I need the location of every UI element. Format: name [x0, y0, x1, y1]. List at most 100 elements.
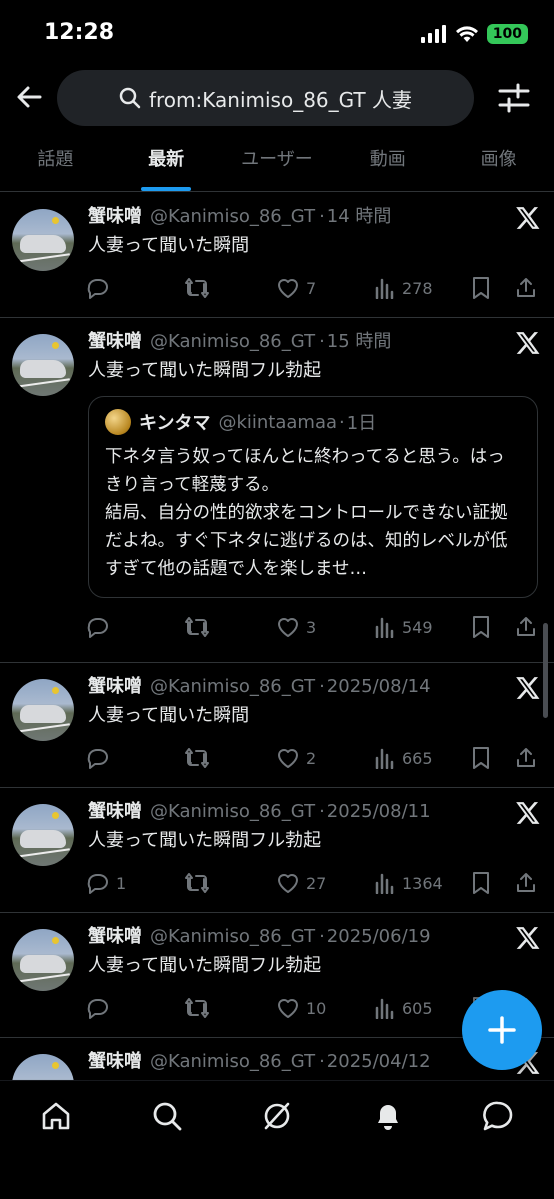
- notifications-icon[interactable]: [371, 1099, 405, 1133]
- like-count: 3: [306, 617, 317, 637]
- back-arrow-icon[interactable]: [12, 80, 46, 114]
- share-icon: [517, 873, 535, 892]
- tab-images[interactable]: 画像: [443, 134, 554, 191]
- post-author-name: 蟹味噌: [88, 1051, 142, 1072]
- repost-button[interactable]: [184, 276, 210, 300]
- like-button[interactable]: 10: [276, 996, 326, 1020]
- bookmark-icon: [473, 747, 489, 769]
- avatar[interactable]: [12, 679, 74, 741]
- repost-button[interactable]: [184, 871, 210, 895]
- post-feed[interactable]: 蟹味噌 @Kanimiso_86_GT · 14 時間 人妻って聞いた瞬間 7 278…: [0, 193, 554, 1080]
- like-button[interactable]: 7: [276, 276, 316, 300]
- post-time: 2025/08/14: [326, 676, 431, 697]
- search-input[interactable]: from:Kanimiso_86_GT 人妻: [57, 70, 474, 126]
- reply-icon: [87, 999, 108, 1019]
- bookmark-icon: [473, 872, 489, 894]
- reply-icon: [87, 618, 108, 638]
- tab-videos[interactable]: 動画: [332, 134, 443, 191]
- grok-icon[interactable]: [260, 1099, 294, 1133]
- x-logo-icon: [516, 207, 540, 229]
- heart-icon: [278, 874, 298, 893]
- heart-icon: [278, 749, 298, 768]
- status-time: 12:28: [44, 20, 115, 45]
- plus-icon: [488, 1016, 516, 1044]
- avatar[interactable]: [12, 929, 74, 991]
- views-button[interactable]: 605: [374, 997, 433, 1019]
- like-button[interactable]: 27: [276, 871, 326, 895]
- status-bar: 12:28 100: [0, 0, 554, 62]
- reply-button[interactable]: 1: [86, 871, 126, 895]
- post-author-handle: @Kanimiso_86_GT: [150, 801, 316, 822]
- like-button[interactable]: 3: [276, 615, 316, 639]
- repost-button[interactable]: [184, 615, 210, 639]
- reply-count: 1: [116, 873, 127, 893]
- quoted-author-name: キンタマ: [139, 413, 211, 434]
- post-author-name: 蟹味噌: [88, 331, 142, 352]
- avatar[interactable]: [12, 334, 74, 396]
- reply-button[interactable]: [86, 276, 116, 300]
- share-button[interactable]: [514, 871, 538, 895]
- like-count: 7: [306, 278, 317, 298]
- post[interactable]: 蟹味噌 @Kanimiso_86_GT · 14 時間 人妻って聞いた瞬間 7 278: [0, 193, 554, 318]
- repost-icon: [185, 873, 209, 893]
- reply-button[interactable]: [86, 746, 116, 770]
- avatar[interactable]: [12, 804, 74, 866]
- tab-users[interactable]: ユーザー: [222, 134, 333, 191]
- heart-icon: [278, 999, 298, 1018]
- post-text: 人妻って聞いた瞬間フル勃起: [88, 830, 322, 851]
- quoted-avatar: [105, 409, 131, 435]
- bookmark-button[interactable]: [470, 615, 492, 639]
- post-actions: 7 278: [86, 259, 538, 317]
- battery-indicator: 100: [486, 24, 528, 44]
- quoted-time: 1日: [346, 413, 377, 434]
- post-text: 人妻って聞いた瞬間: [88, 705, 250, 726]
- post-separator: ·: [319, 1051, 325, 1072]
- post-time: 2025/06/19: [326, 926, 431, 947]
- home-icon[interactable]: [39, 1099, 73, 1133]
- signal-icon: [420, 25, 446, 43]
- repost-icon: [185, 998, 209, 1018]
- search-icon[interactable]: [150, 1099, 184, 1133]
- tab-latest[interactable]: 最新: [111, 134, 222, 191]
- post-separator: ·: [319, 331, 325, 352]
- quoted-post[interactable]: キンタマ @kiintaamaa · 1日 下ネタ言う奴ってほんとに終わってると…: [88, 396, 538, 598]
- repost-button[interactable]: [184, 996, 210, 1020]
- post-text: 人妻って聞いた瞬間フル勃起: [88, 955, 322, 976]
- views-button[interactable]: 665: [374, 747, 433, 769]
- post[interactable]: 蟹味噌 @Kanimiso_86_GT · 15 時間 人妻って聞いた瞬間フル勃起 キ…: [0, 318, 554, 663]
- post[interactable]: 蟹味噌 @Kanimiso_86_GT · 2025/08/14 人妻って聞いた瞬間 …: [0, 663, 554, 788]
- views-button[interactable]: 549: [374, 616, 433, 638]
- views-icon: [375, 617, 394, 638]
- post-time: 2025/04/12: [326, 1051, 431, 1072]
- bookmark-button[interactable]: [470, 871, 492, 895]
- bookmark-button[interactable]: [470, 276, 492, 300]
- post-author-handle: @Kanimiso_86_GT: [150, 676, 316, 697]
- reply-icon: [87, 749, 108, 769]
- compose-post-button[interactable]: [462, 990, 542, 1070]
- post-time: 15 時間: [326, 331, 392, 352]
- reply-icon: [87, 279, 108, 299]
- search-tabs: 話題 最新 ユーザー 動画 画像: [0, 134, 554, 192]
- reply-button[interactable]: [86, 996, 116, 1020]
- post-text: 人妻って聞いた瞬間: [88, 235, 250, 256]
- tab-trending[interactable]: 話題: [0, 134, 111, 191]
- reply-button[interactable]: [86, 615, 116, 639]
- bookmark-button[interactable]: [470, 746, 492, 770]
- share-button[interactable]: [514, 746, 538, 770]
- post[interactable]: 蟹味噌 @Kanimiso_86_GT · 2025/08/11 人妻って聞いた瞬間フ…: [0, 788, 554, 913]
- share-button[interactable]: [514, 276, 538, 300]
- scrollbar[interactable]: [543, 623, 548, 718]
- repost-button[interactable]: [184, 746, 210, 770]
- messages-icon[interactable]: [481, 1099, 515, 1133]
- bookmark-icon: [473, 616, 489, 638]
- like-button[interactable]: 2: [276, 746, 316, 770]
- filter-settings-icon[interactable]: [496, 80, 532, 116]
- avatar[interactable]: [12, 209, 74, 271]
- post-separator: ·: [319, 801, 325, 822]
- views-button[interactable]: 1364: [374, 872, 443, 894]
- avatar[interactable]: [12, 1054, 74, 1080]
- views-button[interactable]: 278: [374, 277, 433, 299]
- share-button[interactable]: [514, 615, 538, 639]
- repost-icon: [185, 748, 209, 768]
- views-icon: [375, 748, 394, 769]
